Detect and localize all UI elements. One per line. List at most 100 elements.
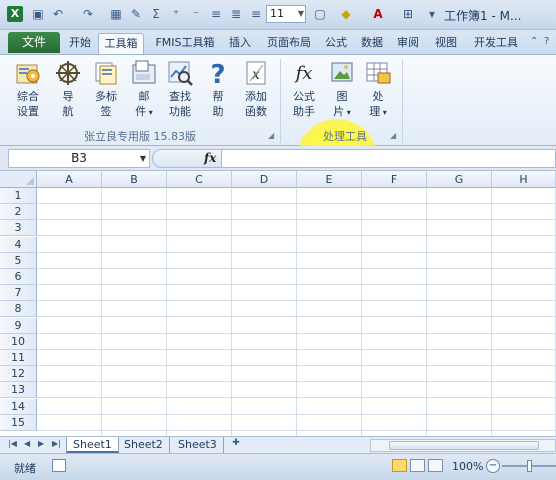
column-header[interactable]: H (492, 171, 556, 188)
next-sheet-icon[interactable]: ▶ (38, 439, 44, 448)
insert-sheet-icon[interactable]: ✚ (229, 438, 243, 452)
align-right-icon[interactable]: ≡ (248, 5, 264, 23)
align-center-icon[interactable]: ≣ (228, 5, 244, 23)
row-header[interactable]: 1 (0, 188, 37, 204)
tab-toolbox[interactable]: 工具箱 (98, 33, 144, 54)
row-header[interactable]: 4 (0, 236, 37, 253)
grid-line (37, 203, 556, 204)
ribbon-group-label: 张立良专用版 15.83版 (84, 130, 196, 143)
align-left-icon[interactable]: ≡ (208, 5, 224, 23)
row-header[interactable]: 13 (0, 382, 37, 399)
ribbon-button-label: 助手 (293, 105, 315, 118)
first-sheet-icon[interactable]: |◀ (8, 439, 17, 448)
insert-function-icon[interactable]: fx (204, 151, 216, 165)
grid-line (37, 284, 556, 285)
sheet-tab-sheet1[interactable]: Sheet1 (66, 437, 119, 453)
tab-developer[interactable]: 开发工具 (468, 33, 524, 54)
ribbon-button-find[interactable]: 查找 功能 (162, 59, 198, 125)
tab-view[interactable]: 视图 (430, 33, 462, 54)
zoom-slider-thumb[interactable] (527, 460, 532, 472)
status-bar: 就绪 100% − (0, 453, 556, 480)
column-header[interactable]: D (232, 171, 297, 188)
scrollbar-thumb[interactable] (389, 441, 539, 450)
fx-icon: fx (294, 63, 313, 84)
sheet-tab-sheet2[interactable]: Sheet2 (118, 437, 170, 453)
grid-line (37, 235, 556, 237)
autosum-icon[interactable]: Σ (148, 5, 164, 23)
column-header[interactable]: B (102, 171, 167, 188)
row-header[interactable]: 11 (0, 350, 37, 366)
dialog-launcher-icon[interactable]: ◢ (268, 131, 274, 140)
row-header[interactable]: 6 (0, 269, 37, 285)
select-all-corner[interactable] (0, 171, 37, 188)
row-header[interactable]: 7 (0, 285, 37, 302)
row-header[interactable]: 2 (0, 204, 37, 221)
help-icon[interactable]: ? (544, 36, 549, 47)
customize-qat-icon[interactable]: ▾ (424, 5, 440, 23)
tab-formulas[interactable]: 公式 (320, 33, 352, 54)
ribbon-button-help[interactable]: ? 帮 助 (200, 59, 236, 125)
zoom-out-icon[interactable]: − (486, 459, 500, 473)
ribbon-button-mail[interactable]: 邮 件 ▾ (126, 59, 162, 125)
row-header[interactable]: 12 (0, 366, 37, 383)
ribbon-button-navigation[interactable]: 导 航 (50, 59, 86, 125)
record-macro-icon[interactable] (52, 459, 66, 472)
column-header[interactable]: C (167, 171, 232, 188)
column-header[interactable]: A (37, 171, 102, 188)
zoom-level[interactable]: 100% (452, 460, 483, 473)
format-painter-icon[interactable]: ✎ (128, 5, 144, 23)
tab-fmis-toolbox[interactable]: FMIS工具箱 (150, 33, 220, 54)
tab-page-layout[interactable]: 页面布局 (262, 33, 316, 54)
column-header[interactable]: F (362, 171, 427, 188)
sheet-tab-sheet3[interactable]: Sheet3 (172, 437, 224, 453)
column-header[interactable]: E (297, 171, 362, 188)
row-header[interactable]: 5 (0, 252, 37, 269)
tab-insert[interactable]: 插入 (224, 33, 256, 54)
settings-icon (16, 64, 40, 84)
row-header[interactable]: 3 (0, 220, 37, 237)
sheet-tab-bar: |◀ ◀ ▶ ▶| Sheet1 Sheet2 Sheet3 ✚ (0, 436, 556, 453)
ribbon-button-process[interactable]: 处 理 ▾ (360, 59, 396, 125)
row-header[interactable]: 10 (0, 333, 37, 350)
dialog-launcher-icon[interactable]: ◢ (390, 131, 396, 140)
row-header[interactable]: 9 (0, 317, 37, 334)
table-icon[interactable]: ▦ (108, 5, 124, 23)
border-icon[interactable]: ▢ (312, 5, 328, 23)
column-header[interactable]: G (427, 171, 492, 188)
font-color-icon[interactable]: A (370, 5, 386, 23)
undo-icon[interactable]: ↶ (50, 5, 66, 23)
page-layout-view-icon[interactable] (410, 459, 425, 472)
tab-home[interactable]: 开始 (64, 33, 96, 54)
merge-icon[interactable]: ⊞ (400, 5, 416, 23)
ribbon-button-multi-tab[interactable]: 多标 签 (88, 59, 124, 125)
row-header[interactable]: 15 (0, 414, 37, 431)
redo-icon[interactable]: ↷ (80, 5, 96, 23)
increase-decimal-icon[interactable]: ⁺ (168, 5, 184, 23)
ribbon-button-add-function[interactable]: x 添加 函数 (238, 59, 274, 125)
name-box[interactable]: B3 ▼ (8, 149, 150, 168)
font-size-select[interactable]: 11 ▼ (266, 5, 306, 23)
ribbon-tabs: 文件 开始 工具箱 FMIS工具箱 插入 页面布局 公式 数据 审阅 视图 开发… (0, 30, 556, 54)
save-icon[interactable]: ▣ (30, 5, 46, 23)
decrease-decimal-icon[interactable]: ⁻ (188, 5, 204, 23)
tab-data[interactable]: 数据 (356, 33, 388, 54)
minimize-ribbon-icon[interactable]: ⌃ (530, 36, 538, 47)
horizontal-scrollbar[interactable] (370, 439, 556, 452)
name-box-value: B3 (71, 151, 87, 165)
formula-input[interactable] (222, 149, 556, 168)
ribbon-button-picture[interactable]: 图 片 ▾ (324, 59, 360, 125)
page-break-view-icon[interactable] (428, 459, 443, 472)
tab-file[interactable]: 文件 (8, 32, 60, 53)
normal-view-icon[interactable] (392, 459, 407, 472)
prev-sheet-icon[interactable]: ◀ (24, 439, 30, 448)
worksheet-grid[interactable]: A B C D E F G H 1 2 3 4 5 6 7 8 9 10 11 12 13 14 15 (0, 171, 556, 436)
ribbon-button-formula-assistant[interactable]: fx 公式 助手 (286, 59, 322, 125)
ribbon-button-label: 设置 (17, 105, 39, 118)
tab-review[interactable]: 审阅 (392, 33, 424, 54)
row-header[interactable]: 14 (0, 398, 37, 415)
row-header[interactable]: 8 (0, 301, 37, 318)
last-sheet-icon[interactable]: ▶| (52, 439, 61, 448)
excel-logo-icon[interactable]: X (7, 6, 23, 22)
ribbon-button-settings[interactable]: 综合 设置 (10, 59, 46, 125)
fill-color-icon[interactable]: ◆ (338, 5, 354, 23)
